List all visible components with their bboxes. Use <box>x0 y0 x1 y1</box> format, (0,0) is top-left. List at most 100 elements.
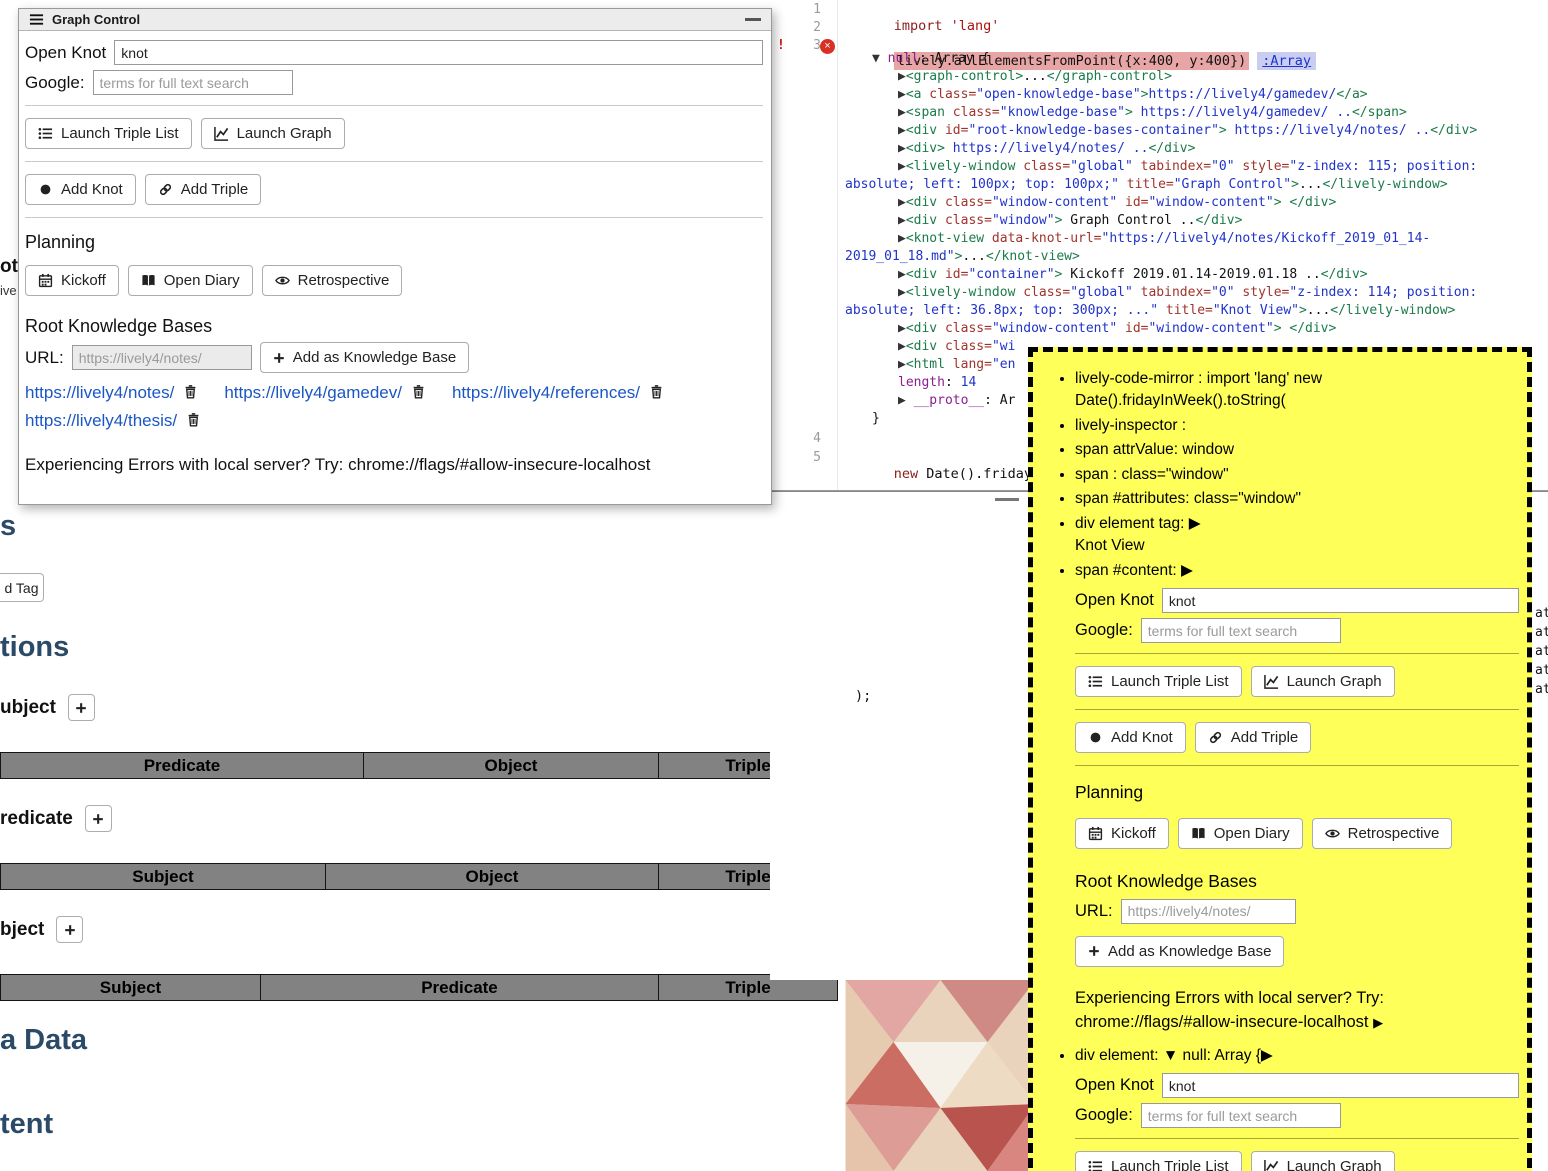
retrospective-button[interactable]: Retrospective <box>1312 818 1453 849</box>
add-knot-button[interactable]: Add Knot <box>25 174 136 205</box>
add-knowledge-base-button[interactable]: Add as Knowledge Base <box>1075 936 1284 967</box>
line-number: 4 <box>813 431 821 446</box>
inspector-line[interactable]: ▼ null: Array { <box>845 50 1548 68</box>
url-label: URL: <box>1075 900 1113 924</box>
open-knot-input[interactable] <box>1162 588 1519 613</box>
delete-kb-button[interactable] <box>183 384 198 402</box>
calendar-icon <box>38 273 53 288</box>
inspector-line[interactable]: ▶<div id="root-knowledge-bases-container… <box>845 122 1548 140</box>
launch-triple-list-button[interactable]: Launch Triple List <box>25 118 192 149</box>
heading-fragment: tent <box>0 1108 53 1141</box>
subheading-fragment: bject <box>0 919 44 941</box>
google-search-input[interactable] <box>1141 1103 1341 1128</box>
subheading-fragment: redicate <box>0 808 73 830</box>
minimize-button[interactable] <box>995 498 1019 501</box>
embedded-graph-control: Open Knot Google: Launch Triple List Lau… <box>1075 1073 1519 1171</box>
object-section: bject <box>0 916 83 943</box>
kb-url-input[interactable] <box>72 345 252 370</box>
inspector-line[interactable]: ▶<lively-window class="global" tabindex=… <box>845 284 1548 302</box>
google-search-input[interactable] <box>1141 618 1341 643</box>
knowledge-base-item: https://lively4/references/ <box>452 383 664 403</box>
expand-arrow[interactable]: ▶ <box>1373 1015 1383 1030</box>
triple-table: Subject Predicate Triple <box>0 974 838 1001</box>
launch-graph-button[interactable]: Launch Graph <box>1251 666 1395 697</box>
heading-fragment: tions <box>0 631 69 664</box>
delete-kb-button[interactable] <box>411 384 426 402</box>
add-knowledge-base-button[interactable]: Add as Knowledge Base <box>260 342 469 373</box>
minimize-button[interactable] <box>745 18 761 21</box>
inspector-line[interactable]: ▶<div class="window-content" id="window-… <box>845 320 1548 338</box>
code-line[interactable]: ); <box>855 688 871 704</box>
line-number: 1 <box>813 2 821 17</box>
predicate-section: redicate <box>0 805 112 832</box>
embedded-graph-control: Open Knot Google: Launch Triple List Lau… <box>1075 588 1519 1035</box>
plus-icon <box>64 924 76 936</box>
trash-icon <box>649 384 664 399</box>
inspector-line[interactable]: ▶<graph-control>...</graph-control> <box>845 68 1548 86</box>
knowledge-base-item: https://lively4/thesis/ <box>25 411 201 431</box>
kb-link[interactable]: https://lively4/gamedev/ <box>224 383 402 403</box>
retrospective-button[interactable]: Retrospective <box>262 265 403 296</box>
kickoff-button[interactable]: Kickoff <box>25 265 119 296</box>
kb-link[interactable]: https://lively4/notes/ <box>25 383 174 403</box>
kickoff-button[interactable]: Kickoff <box>1075 818 1169 849</box>
window-title: Graph Control <box>52 12 140 27</box>
open-diary-button[interactable]: Open Diary <box>1178 818 1303 849</box>
screen: ot ive s d Tag tions ubject Predicate Ob… <box>0 0 1548 1171</box>
knowledge-base-item: https://lively4/notes/ <box>25 383 198 403</box>
launch-graph-button[interactable]: Launch Graph <box>1251 1151 1395 1171</box>
add-predicate-button[interactable] <box>85 805 112 832</box>
line-number: 5 <box>813 450 821 465</box>
open-knot-input[interactable] <box>1162 1073 1519 1098</box>
inspector-line[interactable]: ▶<knot-view data-knot-url="https://livel… <box>845 230 1548 248</box>
inspector-line[interactable]: ▶<div class="window"> Graph Control ..</… <box>845 212 1548 230</box>
add-triple-button[interactable]: Add Triple <box>145 174 262 205</box>
text-fragment: ive <box>0 283 17 298</box>
add-subject-button[interactable] <box>68 694 95 721</box>
kb-url-input[interactable] <box>1121 899 1296 924</box>
list-icon <box>1088 1159 1103 1171</box>
text-fragment: at <box>1535 682 1548 697</box>
inspector-line[interactable]: ▶<lively-window class="global" tabindex=… <box>845 158 1548 176</box>
google-search-input[interactable] <box>93 70 293 95</box>
kb-link[interactable]: https://lively4/references/ <box>452 383 640 403</box>
hamburger-icon[interactable] <box>29 12 44 27</box>
open-knot-input[interactable] <box>114 40 763 65</box>
delete-kb-button[interactable] <box>186 412 201 430</box>
separator <box>1075 1138 1519 1139</box>
heading-fragment: a Data <box>0 1024 87 1057</box>
launch-triple-list-button[interactable]: Launch Triple List <box>1075 666 1242 697</box>
launch-triple-list-button[interactable]: Launch Triple List <box>1075 1151 1242 1171</box>
debug-log-list: lively-code-mirror : import 'lang' new D… <box>1075 368 1519 1171</box>
book-icon <box>141 273 156 288</box>
rkb-heading: Root Knowledge Bases <box>25 316 763 337</box>
inspector-line[interactable]: 2019_01_18.md">...</knot-view> <box>845 248 1548 266</box>
inspector-line[interactable]: absolute; left: 36.8px; top: 300px; ..."… <box>845 302 1548 320</box>
separator <box>1075 709 1519 710</box>
inspector-line[interactable]: ▶<span class="knowledge-base"> https://l… <box>845 104 1548 122</box>
add-triple-button[interactable]: Add Triple <box>1195 722 1312 753</box>
plus-icon <box>75 702 87 714</box>
table-header: Predicate <box>1 753 364 779</box>
inspector-line[interactable]: ▶<div class="window-content" id="window-… <box>845 194 1548 212</box>
inspector-line[interactable]: ▶<div> https://lively4/notes/ ..</div> <box>845 140 1548 158</box>
inspector-line[interactable]: ▶<a class="open-knowledge-base">https://… <box>845 86 1548 104</box>
open-diary-button[interactable]: Open Diary <box>128 265 253 296</box>
inspector-line[interactable]: ▶<div id="container"> Kickoff 2019.01.14… <box>845 266 1548 284</box>
knot-view-label[interactable]: Knot View <box>1075 535 1519 557</box>
separator <box>25 105 763 106</box>
add-object-button[interactable] <box>56 916 83 943</box>
window-titlebar[interactable]: Graph Control <box>19 9 771 31</box>
separator <box>1075 653 1519 654</box>
list-icon <box>1088 674 1103 689</box>
add-tag-button[interactable]: d Tag <box>0 573 44 602</box>
launch-graph-button[interactable]: Launch Graph <box>201 118 345 149</box>
debug-overlay: lively-code-mirror : import 'lang' new D… <box>1028 347 1532 1171</box>
desktop-image <box>845 980 1036 1171</box>
delete-kb-button[interactable] <box>649 384 664 402</box>
add-knot-button[interactable]: Add Knot <box>1075 722 1186 753</box>
kb-link[interactable]: https://lively4/thesis/ <box>25 411 177 431</box>
inspector-line[interactable]: absolute; left: 100px; top: 100px;" titl… <box>845 176 1548 194</box>
plus-icon <box>273 352 285 364</box>
separator <box>1075 765 1519 766</box>
